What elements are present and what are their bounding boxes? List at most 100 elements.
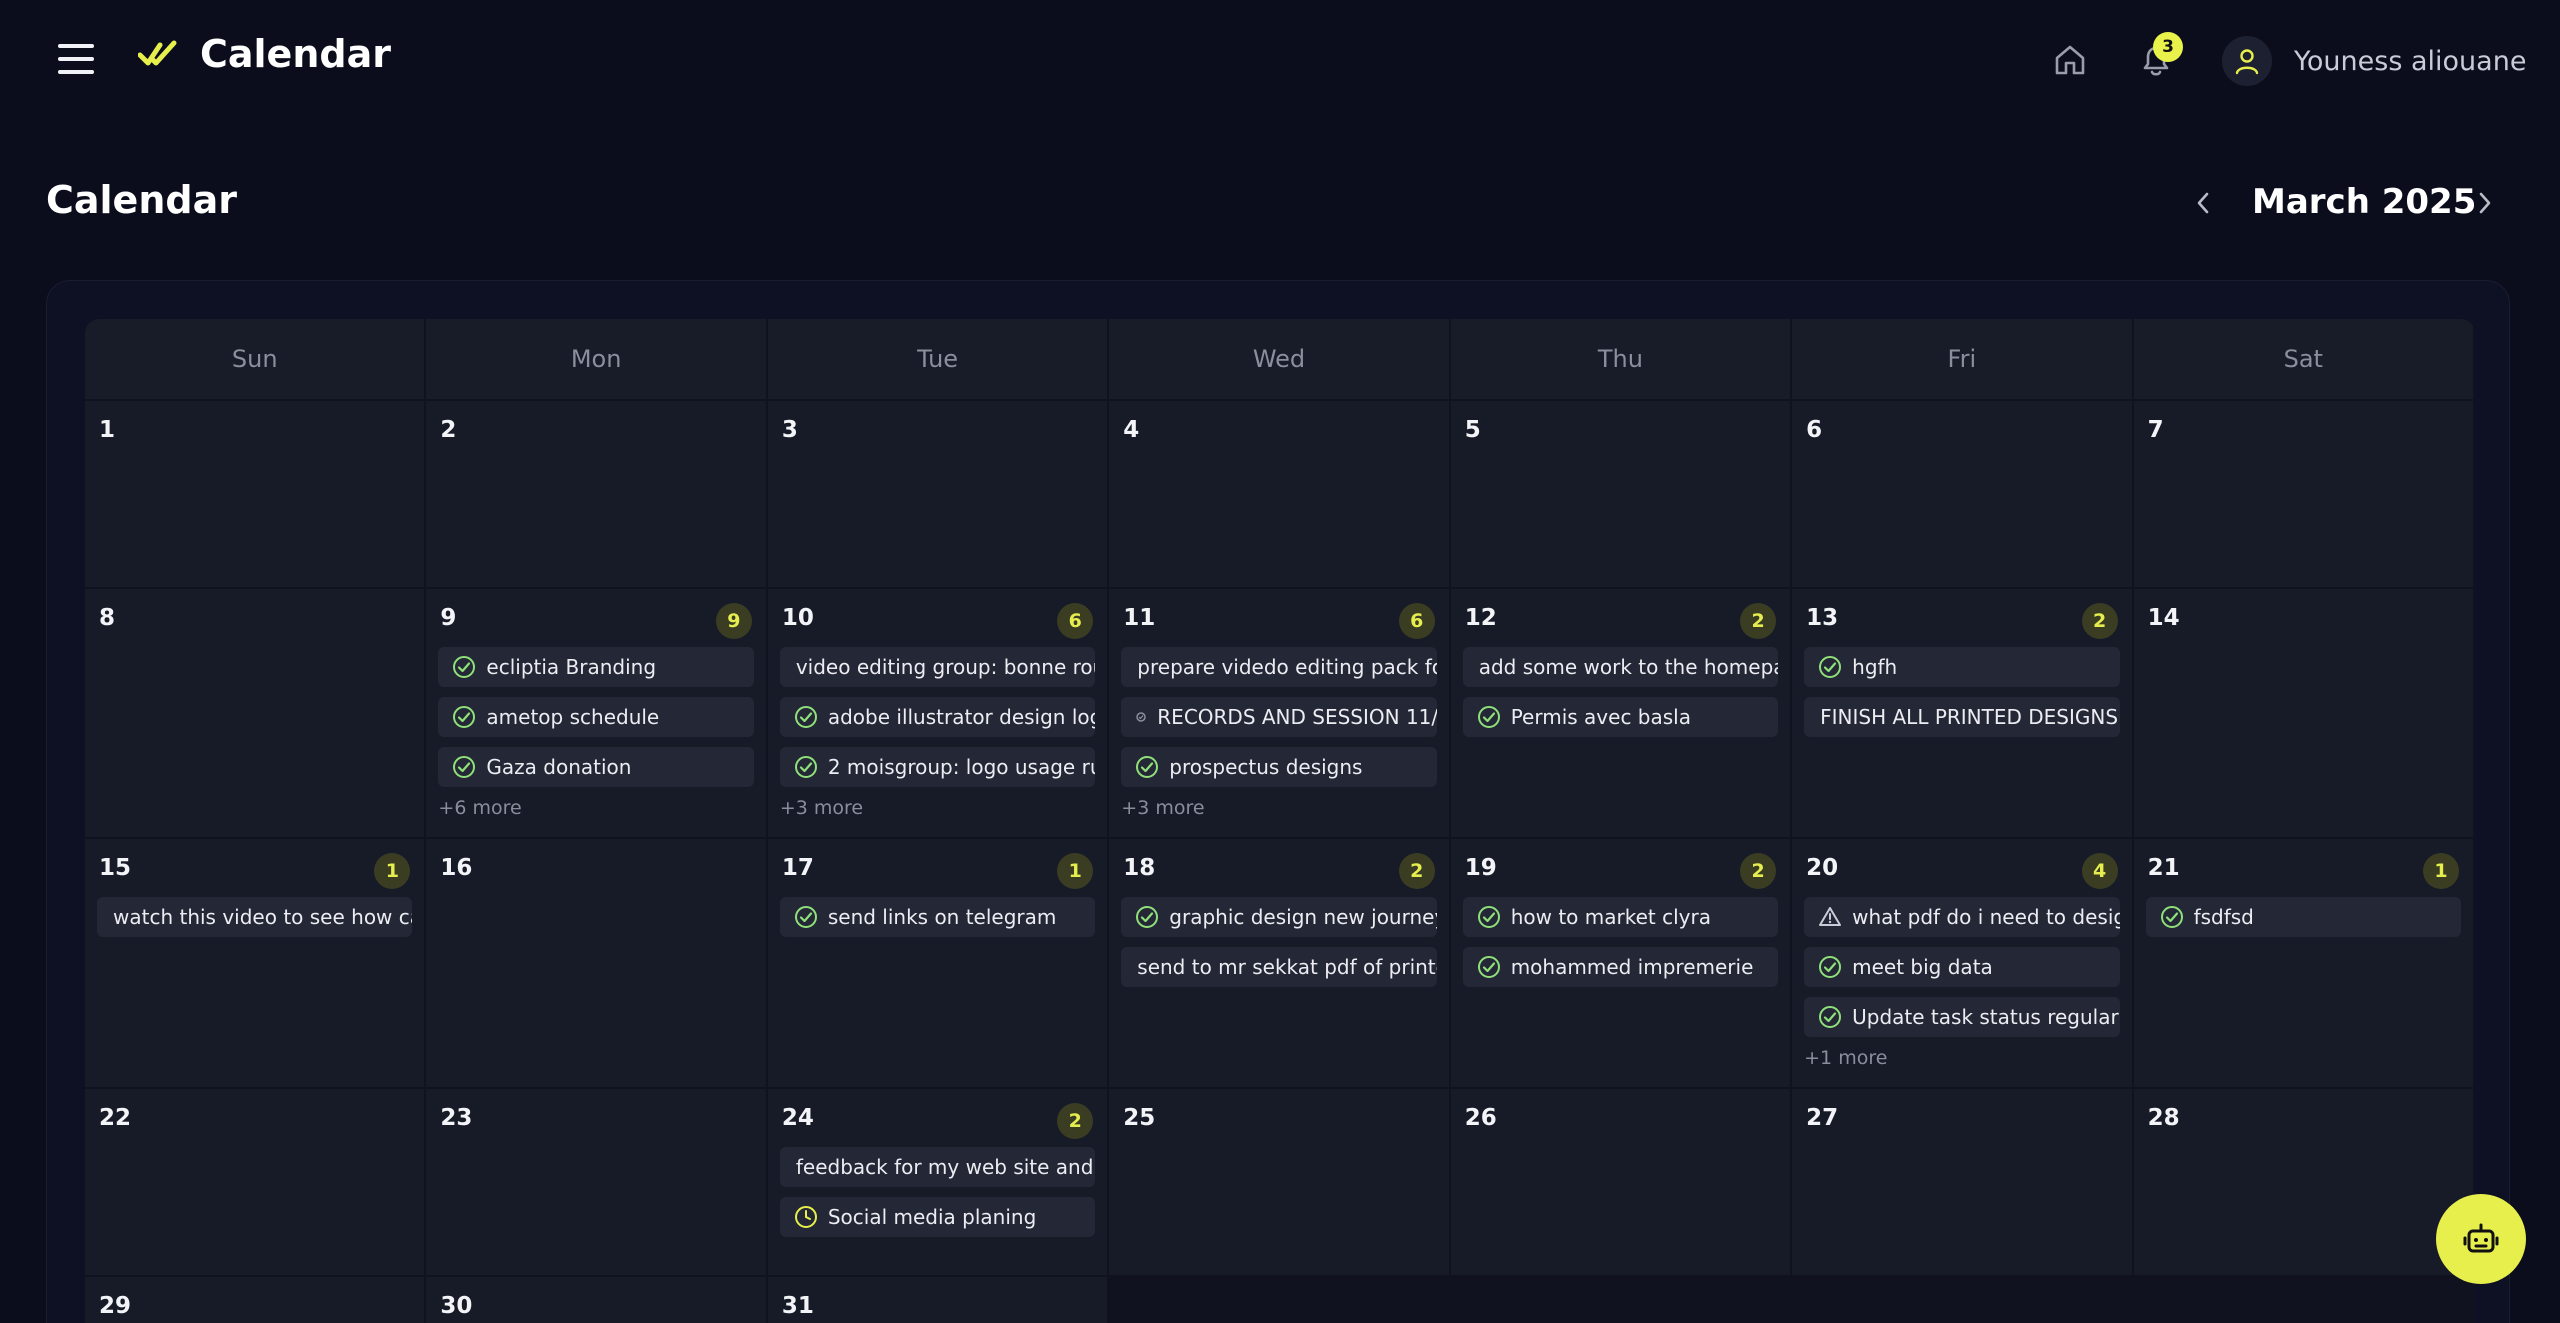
day-cell[interactable]: 10 6 video editing group: bonne route adobe… — [767, 587, 1110, 837]
day-cell[interactable]: 14 — [2133, 587, 2475, 837]
day-cell[interactable]: 2 — [426, 399, 768, 587]
day-number: 24 — [781, 1105, 814, 1131]
more-events-link[interactable]: +3 more — [780, 797, 1095, 819]
day-cell[interactable]: 16 — [426, 837, 768, 1087]
event-item[interactable]: send links on telegram — [779, 897, 1096, 937]
day-cell[interactable]: 4 — [1109, 399, 1451, 587]
more-events-link[interactable]: +1 more — [1804, 1047, 2119, 1069]
event-item[interactable]: send to mr sekkat pdf of printed d — [1121, 947, 1437, 987]
event-item[interactable]: watch this video to see how can w — [97, 897, 413, 937]
day-number: 12 — [1464, 605, 1497, 631]
check-circle-icon — [1136, 756, 1159, 778]
day-number: 11 — [1123, 605, 1156, 631]
event-title: watch this video to see how can w — [113, 905, 412, 929]
assistant-button[interactable] — [2436, 1194, 2526, 1284]
event-item[interactable]: Gaza donation — [438, 747, 754, 787]
day-cell[interactable]: 5 — [1450, 399, 1793, 587]
event-list: fsdfsd — [2145, 897, 2461, 937]
event-item[interactable]: fsdfsd — [2145, 897, 2461, 937]
day-cell[interactable]: 21 1 fsdfsd — [2133, 837, 2475, 1087]
day-cell[interactable]: 18 2 graphic design new journey send to mr … — [1109, 837, 1451, 1087]
check-circle-icon — [1819, 956, 1842, 978]
day-cell[interactable]: 29 — [85, 1275, 427, 1323]
day-cell[interactable]: 8 — [85, 587, 427, 837]
day-cell[interactable]: 30 — [426, 1275, 768, 1323]
event-item[interactable]: 2 moisgroup: logo usage rules — [779, 747, 1096, 787]
event-item[interactable]: ametop schedule — [438, 697, 754, 737]
event-item[interactable]: prospectus designs — [1121, 747, 1437, 787]
event-item[interactable]: RECORDS AND SESSION 11/03 — [1121, 697, 1437, 737]
month-label: March 2025 — [2252, 182, 2477, 222]
day-cell[interactable]: 1 — [85, 399, 427, 587]
day-cell[interactable]: 3 — [767, 399, 1110, 587]
day-cell[interactable]: 17 1 send links on telegram — [767, 837, 1110, 1087]
event-item[interactable]: mohammed impremerie — [1462, 947, 1779, 987]
day-cell[interactable]: 9 9 ecliptia Branding ametop schedule Gaza d… — [426, 587, 768, 837]
day-cell[interactable]: 31 — [767, 1275, 1110, 1323]
event-count-badge: 1 — [2422, 853, 2459, 889]
event-item[interactable]: ecliptia Branding — [438, 647, 754, 687]
day-cell[interactable]: 6 — [1792, 399, 2134, 587]
day-cell[interactable]: 12 2 add some work to the homepage Permis a… — [1450, 587, 1793, 837]
top-bar: Calendar 3 Youness aliouane — [0, 0, 2560, 124]
more-events-link[interactable]: +6 more — [438, 797, 753, 819]
event-item[interactable]: FINISH ALL PRINTED DESIGNS C — [1804, 697, 2120, 737]
day-cell[interactable]: 22 — [85, 1087, 427, 1275]
empty-cell — [1450, 1275, 1793, 1323]
day-number: 31 — [781, 1293, 814, 1319]
event-item[interactable]: Update task status regularly — [1804, 997, 2120, 1037]
event-title: add some work to the homepage — [1478, 655, 1779, 679]
event-list: add some work to the homepage Permis avec… — [1462, 647, 1779, 737]
day-number: 21 — [2147, 855, 2180, 881]
app-title: Calendar — [200, 32, 391, 76]
event-list: video editing group: bonne route adobe il… — [779, 647, 1096, 819]
event-item[interactable]: what pdf do i need to design — [1804, 897, 2120, 937]
event-list: send links on telegram — [779, 897, 1096, 937]
clock-icon — [794, 1206, 817, 1228]
weekday-header: Tue — [767, 319, 1110, 399]
brand[interactable]: Calendar — [138, 32, 391, 76]
day-cell[interactable]: 23 — [426, 1087, 768, 1275]
event-item[interactable]: Permis avec basla — [1462, 697, 1779, 737]
more-events-link[interactable]: +3 more — [1121, 797, 1436, 819]
event-title: prepare videdo editing pack for c — [1137, 655, 1437, 679]
event-item[interactable]: graphic design new journey — [1121, 897, 1437, 937]
day-number: 7 — [2147, 417, 2164, 443]
day-cell[interactable]: 27 — [1792, 1087, 2134, 1275]
event-item[interactable]: video editing group: bonne route — [779, 647, 1096, 687]
weekday-header: Sun — [85, 319, 427, 399]
user-icon — [2235, 49, 2259, 75]
day-cell[interactable]: 7 — [2133, 399, 2475, 587]
chevron-right-icon[interactable] — [2470, 186, 2500, 220]
day-cell[interactable]: 13 2 hgfh FINISH ALL PRINTED DESIGNS C — [1792, 587, 2134, 837]
menu-button[interactable] — [58, 44, 94, 74]
event-item[interactable]: hgfh — [1804, 647, 2120, 687]
event-title: Gaza donation — [486, 755, 632, 779]
day-cell[interactable]: 24 2 feedback for my web site and als Socia… — [767, 1087, 1110, 1275]
day-cell[interactable]: 28 — [2133, 1087, 2475, 1275]
event-item[interactable]: adobe illustrator design logos — [779, 697, 1096, 737]
event-item[interactable]: prepare videdo editing pack for c — [1121, 647, 1437, 687]
day-cell[interactable]: 20 4 what pdf do i need to design meet big … — [1792, 837, 2134, 1087]
event-item[interactable]: Social media planing — [779, 1197, 1096, 1237]
hamburger-line — [58, 57, 94, 61]
day-number: 8 — [99, 605, 116, 631]
event-item[interactable]: add some work to the homepage — [1462, 647, 1779, 687]
user-name: Youness aliouane — [2294, 45, 2527, 77]
day-number: 13 — [1806, 605, 1839, 631]
day-cell[interactable]: 26 — [1450, 1087, 1793, 1275]
event-item[interactable]: how to market clyra — [1462, 897, 1779, 937]
day-number: 20 — [1806, 855, 1839, 881]
chevron-left-icon[interactable] — [2188, 186, 2218, 220]
day-cell[interactable]: 19 2 how to market clyra mohammed impremeri… — [1450, 837, 1793, 1087]
weekday-header: Sat — [2133, 319, 2475, 399]
event-list: hgfh FINISH ALL PRINTED DESIGNS C — [1804, 647, 2120, 737]
event-item[interactable]: meet big data — [1804, 947, 2120, 987]
home-icon[interactable] — [2052, 42, 2088, 78]
day-cell[interactable]: 15 1 watch this video to see how can w — [85, 837, 427, 1087]
day-cell[interactable]: 25 — [1109, 1087, 1451, 1275]
event-item[interactable]: feedback for my web site and als — [779, 1147, 1096, 1187]
user-menu[interactable]: Youness aliouane — [2222, 36, 2526, 86]
day-cell[interactable]: 11 6 prepare videdo editing pack for c RECO… — [1109, 587, 1451, 837]
event-title: send to mr sekkat pdf of printed d — [1137, 955, 1436, 979]
